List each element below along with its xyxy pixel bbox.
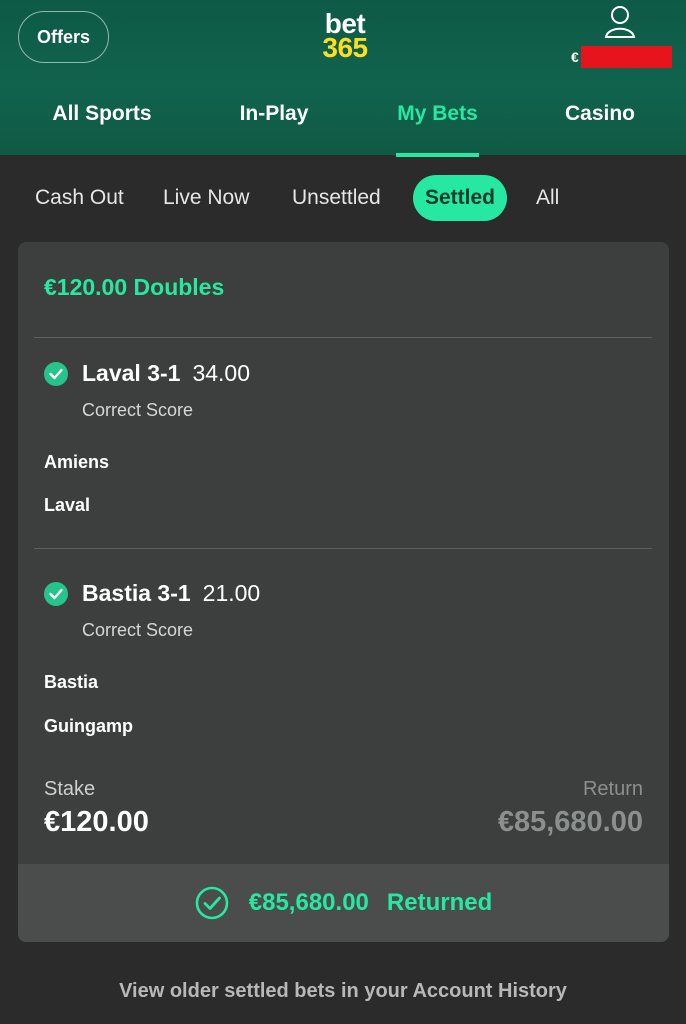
- selection-label: Bastia 3-1: [82, 580, 191, 606]
- bet-filter-tabs: Cash Out Live Now Unsettled Settled All: [0, 174, 686, 224]
- selection-name: Laval 3-1 34.00: [82, 360, 250, 387]
- selection-label: Laval 3-1: [82, 360, 181, 386]
- balance-currency: €: [571, 49, 579, 65]
- bet365-logo[interactable]: bet 365: [315, 10, 375, 64]
- check-circle-outline-icon: [195, 886, 229, 920]
- account-history-link[interactable]: View older settled bets in your Account …: [0, 980, 686, 1003]
- nav-in-play[interactable]: In-Play: [238, 102, 310, 142]
- selection-market: Correct Score: [82, 620, 194, 640]
- filter-live-now[interactable]: Live Now: [163, 174, 249, 222]
- account-balance[interactable]: €: [571, 46, 672, 68]
- filter-settled[interactable]: Settled: [413, 175, 508, 221]
- nav-my-bets[interactable]: My Bets: [396, 102, 479, 157]
- logo-text-365: 365: [322, 32, 368, 63]
- balance-redacted: [580, 46, 672, 68]
- selection-odds: 34.00: [192, 360, 251, 386]
- returned-status-text: Returned: [386, 889, 493, 916]
- offers-button[interactable]: Offers: [18, 11, 109, 63]
- divider: [34, 337, 652, 338]
- return-value: €85,680.00: [497, 806, 643, 838]
- user-account-icon[interactable]: [603, 4, 637, 40]
- return-label: Return: [582, 778, 643, 800]
- returned-amount: €85,680.00: [248, 889, 369, 916]
- bet-title: €120.00 Doubles: [44, 274, 225, 300]
- team-home: Amiens: [44, 452, 110, 472]
- nav-casino[interactable]: Casino: [565, 102, 635, 142]
- filter-unsettled[interactable]: Unsettled: [292, 174, 381, 222]
- selection-market: Correct Score: [82, 400, 194, 420]
- returned-status-bar: €85,680.00 Returned: [18, 864, 669, 942]
- team-away: Laval: [44, 495, 91, 515]
- selection-odds: 21.00: [202, 580, 261, 606]
- filter-cash-out[interactable]: Cash Out: [35, 174, 124, 222]
- stake-label: Stake: [44, 778, 96, 800]
- team-away: Guingamp: [44, 716, 133, 736]
- bet-card[interactable]: €120.00 Doubles Laval 3-1 34.00 Correct S…: [18, 242, 669, 942]
- filter-all[interactable]: All: [536, 174, 559, 222]
- check-circle-icon: [44, 582, 68, 606]
- stake-value: €120.00: [44, 806, 149, 838]
- main-nav: All Sports In-Play My Bets Casino: [0, 96, 686, 157]
- selection-name: Bastia 3-1 21.00: [82, 580, 260, 607]
- check-circle-icon: [44, 362, 68, 386]
- team-home: Bastia: [44, 672, 99, 692]
- nav-all-sports[interactable]: All Sports: [52, 102, 152, 142]
- app-header: Offers bet 365 € All Sports In-Play My B…: [0, 0, 686, 157]
- divider: [34, 548, 652, 549]
